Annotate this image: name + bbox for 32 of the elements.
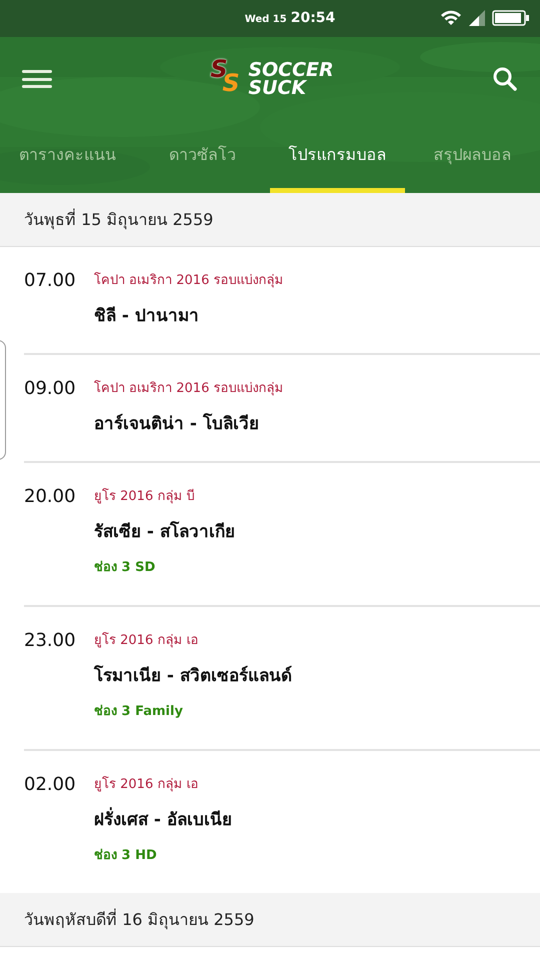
status-day: Wed 15 bbox=[244, 12, 287, 27]
match-time: 02.00 bbox=[24, 773, 77, 797]
tv-channel: ช่อง 3 Family bbox=[94, 703, 184, 721]
logo-word: SOCCER bbox=[248, 61, 334, 79]
match-time: 09.00 bbox=[24, 377, 77, 401]
signal-icon bbox=[468, 9, 486, 27]
competition-label: โคปา อเมริกา 2016 รอบแบ่งกลุ่ม bbox=[94, 379, 284, 398]
match-teams: รัสเซีย - สโลวาเกีย bbox=[94, 520, 235, 544]
tv-channel: ช่อง 3 HD bbox=[94, 847, 158, 865]
status-time: 20:54 bbox=[290, 9, 336, 28]
date-label: วันพุธที่ 15 มิถุนายน 2559 bbox=[24, 208, 214, 232]
match-teams: โรมาเนีย - สวิตเซอร์แลนด์ bbox=[94, 664, 292, 688]
tab[interactable]: ดาวซัลโว bbox=[135, 121, 270, 193]
menu-button[interactable] bbox=[22, 67, 52, 91]
match-time: 23.00 bbox=[24, 629, 77, 653]
battery-icon bbox=[492, 10, 530, 26]
competition-label: ยูโร 2016 กลุ่ม เอ bbox=[94, 631, 200, 650]
search-icon[interactable] bbox=[492, 66, 518, 92]
tab[interactable]: ตารางคะแนน bbox=[0, 121, 135, 193]
wifi-icon bbox=[440, 8, 462, 28]
competition-label: ยูโร 2016 กลุ่ม เอ bbox=[94, 775, 200, 794]
competition-label: ยูโร 2016 กลุ่ม บี bbox=[94, 487, 196, 506]
match-teams: ชิลี - ปานามา bbox=[94, 305, 200, 328]
date-label: วันพฤหัสบดีที่ 16 มิถุนายน 2559 bbox=[24, 908, 254, 932]
tv-channel: ช่อง 3 SD bbox=[94, 559, 156, 577]
match-time: 20.00 bbox=[24, 485, 77, 509]
tab[interactable]: สรุปผลบอล bbox=[405, 121, 540, 193]
match-teams: อาร์เจนติน่า - โบลิเวีย bbox=[94, 412, 260, 436]
match-teams: ฝรั่งเศส - อัลเบเนีย bbox=[94, 807, 232, 833]
competition-label: โคปา อเมริกา 2016 รอบแบ่งกลุ่ม bbox=[94, 271, 284, 290]
logo-word: SUCK bbox=[248, 79, 308, 97]
match-time: 07.00 bbox=[24, 269, 77, 293]
